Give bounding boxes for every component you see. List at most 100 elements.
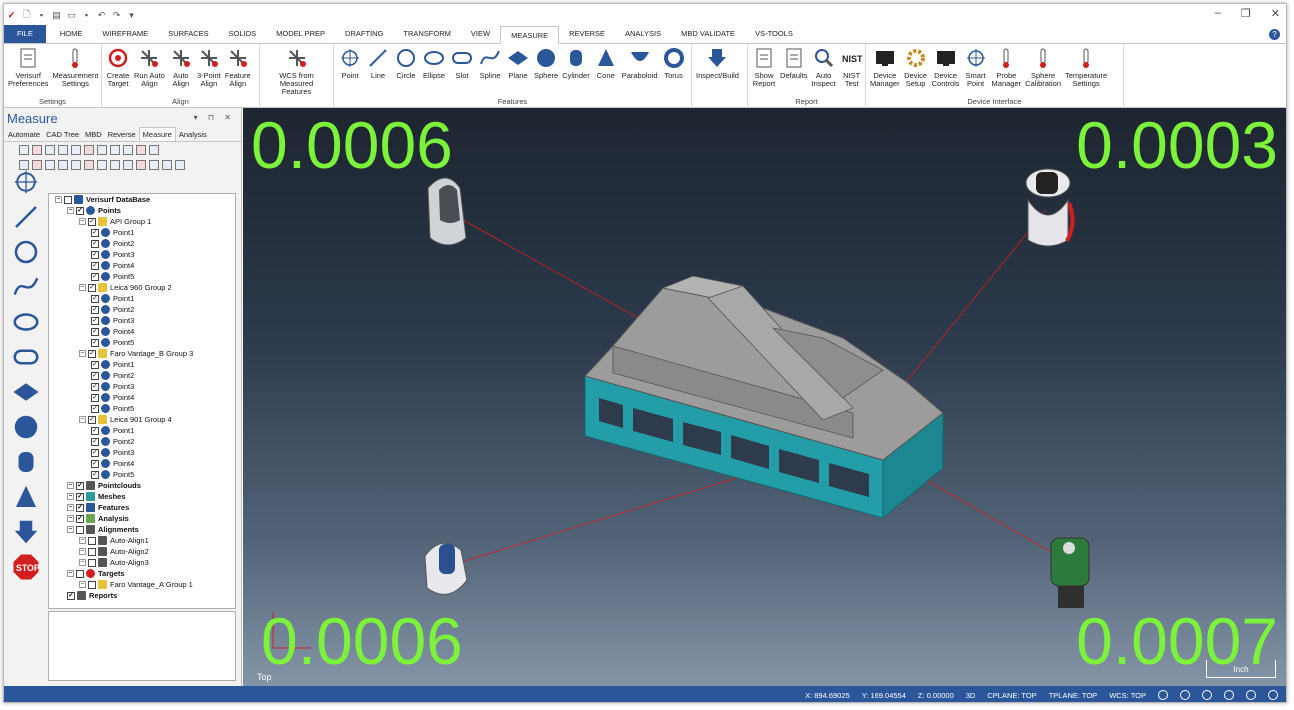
- checkbox[interactable]: [88, 536, 96, 545]
- panel-tool-icon[interactable]: [58, 144, 68, 155]
- checkbox[interactable]: ✓: [91, 327, 99, 336]
- save-as-icon[interactable]: ▪: [81, 10, 92, 21]
- tree-node[interactable]: ✓ Point5: [49, 469, 235, 480]
- tree-node[interactable]: ✓ Point5: [49, 271, 235, 282]
- checkbox[interactable]: ✓: [91, 294, 99, 303]
- tree-node[interactable]: ✓ Point1: [49, 227, 235, 238]
- tree-node[interactable]: ✓ Point5: [49, 403, 235, 414]
- checkbox[interactable]: [76, 569, 84, 578]
- tree-node[interactable]: – Auto-Align3: [49, 557, 235, 568]
- view-sphere-icon[interactable]: [1180, 690, 1190, 700]
- checkbox[interactable]: ✓: [91, 305, 99, 314]
- expand-icon[interactable]: –: [79, 218, 86, 225]
- expand-icon[interactable]: –: [79, 548, 86, 555]
- tree-node[interactable]: ✓ Point3: [49, 381, 235, 392]
- panel-tab-cad-tree[interactable]: CAD Tree: [43, 128, 82, 141]
- expand-icon[interactable]: –: [67, 207, 74, 214]
- left-tool-cylinder[interactable]: [6, 444, 46, 479]
- tree-node[interactable]: ✓ Point1: [49, 359, 235, 370]
- ribbon-tab-reverse[interactable]: REVERSE: [559, 25, 615, 43]
- left-tool-spline[interactable]: [6, 269, 46, 304]
- tree-node[interactable]: – Targets: [49, 568, 235, 579]
- checkbox[interactable]: ✓: [91, 404, 99, 413]
- checkbox[interactable]: ✓: [76, 206, 84, 215]
- checkbox[interactable]: [76, 525, 84, 534]
- checkbox[interactable]: ✓: [91, 316, 99, 325]
- rotate-icon[interactable]: [1202, 690, 1212, 700]
- expand-icon[interactable]: –: [55, 196, 62, 203]
- tree-node[interactable]: – Verisurf DataBase: [49, 194, 235, 205]
- tree-node[interactable]: – Faro Vantage_A Group 1: [49, 579, 235, 590]
- panel-tab-measure[interactable]: Measure: [138, 127, 176, 141]
- expand-icon[interactable]: –: [79, 416, 86, 423]
- tree-node[interactable]: – ✓ Features: [49, 502, 235, 513]
- ribbon-button-wcs-from-measured-features[interactable]: WCS from Measured Features: [262, 46, 331, 108]
- tree-node[interactable]: ✓ Point3: [49, 249, 235, 260]
- checkbox[interactable]: ✓: [91, 459, 99, 468]
- print-icon[interactable]: ▭: [66, 10, 77, 21]
- tree-node[interactable]: ✓ Point1: [49, 425, 235, 436]
- panel-tool-icon[interactable]: [162, 159, 172, 170]
- checkbox[interactable]: ✓: [88, 283, 96, 292]
- left-tool-cone[interactable]: [6, 479, 46, 514]
- checkbox[interactable]: ✓: [91, 426, 99, 435]
- ribbon-tab-wireframe[interactable]: WIREFRAME: [92, 25, 158, 43]
- expand-icon[interactable]: –: [79, 559, 86, 566]
- status-mode[interactable]: 3D: [966, 691, 976, 700]
- left-tool-slot[interactable]: [6, 339, 46, 374]
- checkbox[interactable]: ✓: [76, 481, 84, 490]
- checkbox[interactable]: ✓: [91, 393, 99, 402]
- tree-node[interactable]: ✓ Point4: [49, 392, 235, 403]
- tree-node[interactable]: ✓ Point2: [49, 238, 235, 249]
- expand-icon[interactable]: –: [67, 493, 74, 500]
- tree-node[interactable]: ✓ Point4: [49, 260, 235, 271]
- checkbox[interactable]: [88, 558, 96, 567]
- expand-icon[interactable]: –: [79, 350, 86, 357]
- left-tool-sphere[interactable]: [6, 409, 46, 444]
- 3d-viewport[interactable]: 0.0006 0.0003 0.0006 0.0007 Top Inch: [243, 108, 1286, 686]
- ribbon-tab-solids[interactable]: SOLIDS: [219, 25, 267, 43]
- tree-node[interactable]: – ✓ Leica 901 Group 4: [49, 414, 235, 425]
- checkbox[interactable]: ✓: [91, 272, 99, 281]
- checkbox[interactable]: ✓: [88, 349, 96, 358]
- panel-tool-icon[interactable]: [110, 159, 120, 170]
- checkbox[interactable]: ✓: [91, 261, 99, 270]
- minimize-icon[interactable]: –: [1215, 7, 1221, 20]
- ribbon-tab-model-prep[interactable]: MODEL PREP: [266, 25, 335, 43]
- panel-tool-icon[interactable]: [175, 159, 185, 170]
- checkbox[interactable]: ✓: [67, 591, 75, 600]
- checkbox[interactable]: ✓: [91, 382, 99, 391]
- panel-tool-icon[interactable]: [97, 144, 107, 155]
- ribbon-tab-mbd-validate[interactable]: MBD VALIDATE: [671, 25, 745, 43]
- render-icon[interactable]: [1268, 690, 1278, 700]
- ribbon-tab-transform[interactable]: TRANSFORM: [393, 25, 461, 43]
- expand-icon[interactable]: –: [67, 570, 74, 577]
- tree-node[interactable]: – ✓ API Group 1: [49, 216, 235, 227]
- tree-node[interactable]: – Alignments: [49, 524, 235, 535]
- ribbon-tab-vs-tools[interactable]: VS-TOOLS: [745, 25, 803, 43]
- status-tplane[interactable]: TPLANE: TOP: [1049, 691, 1098, 700]
- expand-icon[interactable]: –: [67, 504, 74, 511]
- stop-button[interactable]: STOP: [6, 549, 46, 584]
- redo-icon[interactable]: ↷: [111, 10, 122, 21]
- expand-icon[interactable]: –: [67, 526, 74, 533]
- left-tool-ellipse[interactable]: [6, 304, 46, 339]
- ribbon-tab-view[interactable]: VIEW: [461, 25, 500, 43]
- ribbon-tab-file[interactable]: FILE: [4, 25, 46, 43]
- checkbox[interactable]: ✓: [91, 437, 99, 446]
- tree-node[interactable]: ✓ Point2: [49, 304, 235, 315]
- tree-node[interactable]: – Auto-Align1: [49, 535, 235, 546]
- help-icon[interactable]: ?: [1269, 29, 1280, 40]
- panel-tool-icon[interactable]: [71, 144, 81, 155]
- ribbon-button-inspect-build[interactable]: Inspect/Build: [694, 46, 741, 108]
- panel-tool-icon[interactable]: [136, 144, 146, 155]
- panel-tool-icon[interactable]: [32, 144, 42, 155]
- panel-tool-icon[interactable]: [149, 159, 159, 170]
- checkbox[interactable]: ✓: [91, 470, 99, 479]
- panel-tool-icon[interactable]: [136, 159, 146, 170]
- ribbon-tab-measure[interactable]: MEASURE: [500, 26, 560, 44]
- ribbon-tab-drafting[interactable]: DRAFTING: [335, 25, 393, 43]
- tree-node[interactable]: ✓ Reports: [49, 590, 235, 601]
- checkbox[interactable]: ✓: [91, 338, 99, 347]
- checkbox[interactable]: ✓: [91, 360, 99, 369]
